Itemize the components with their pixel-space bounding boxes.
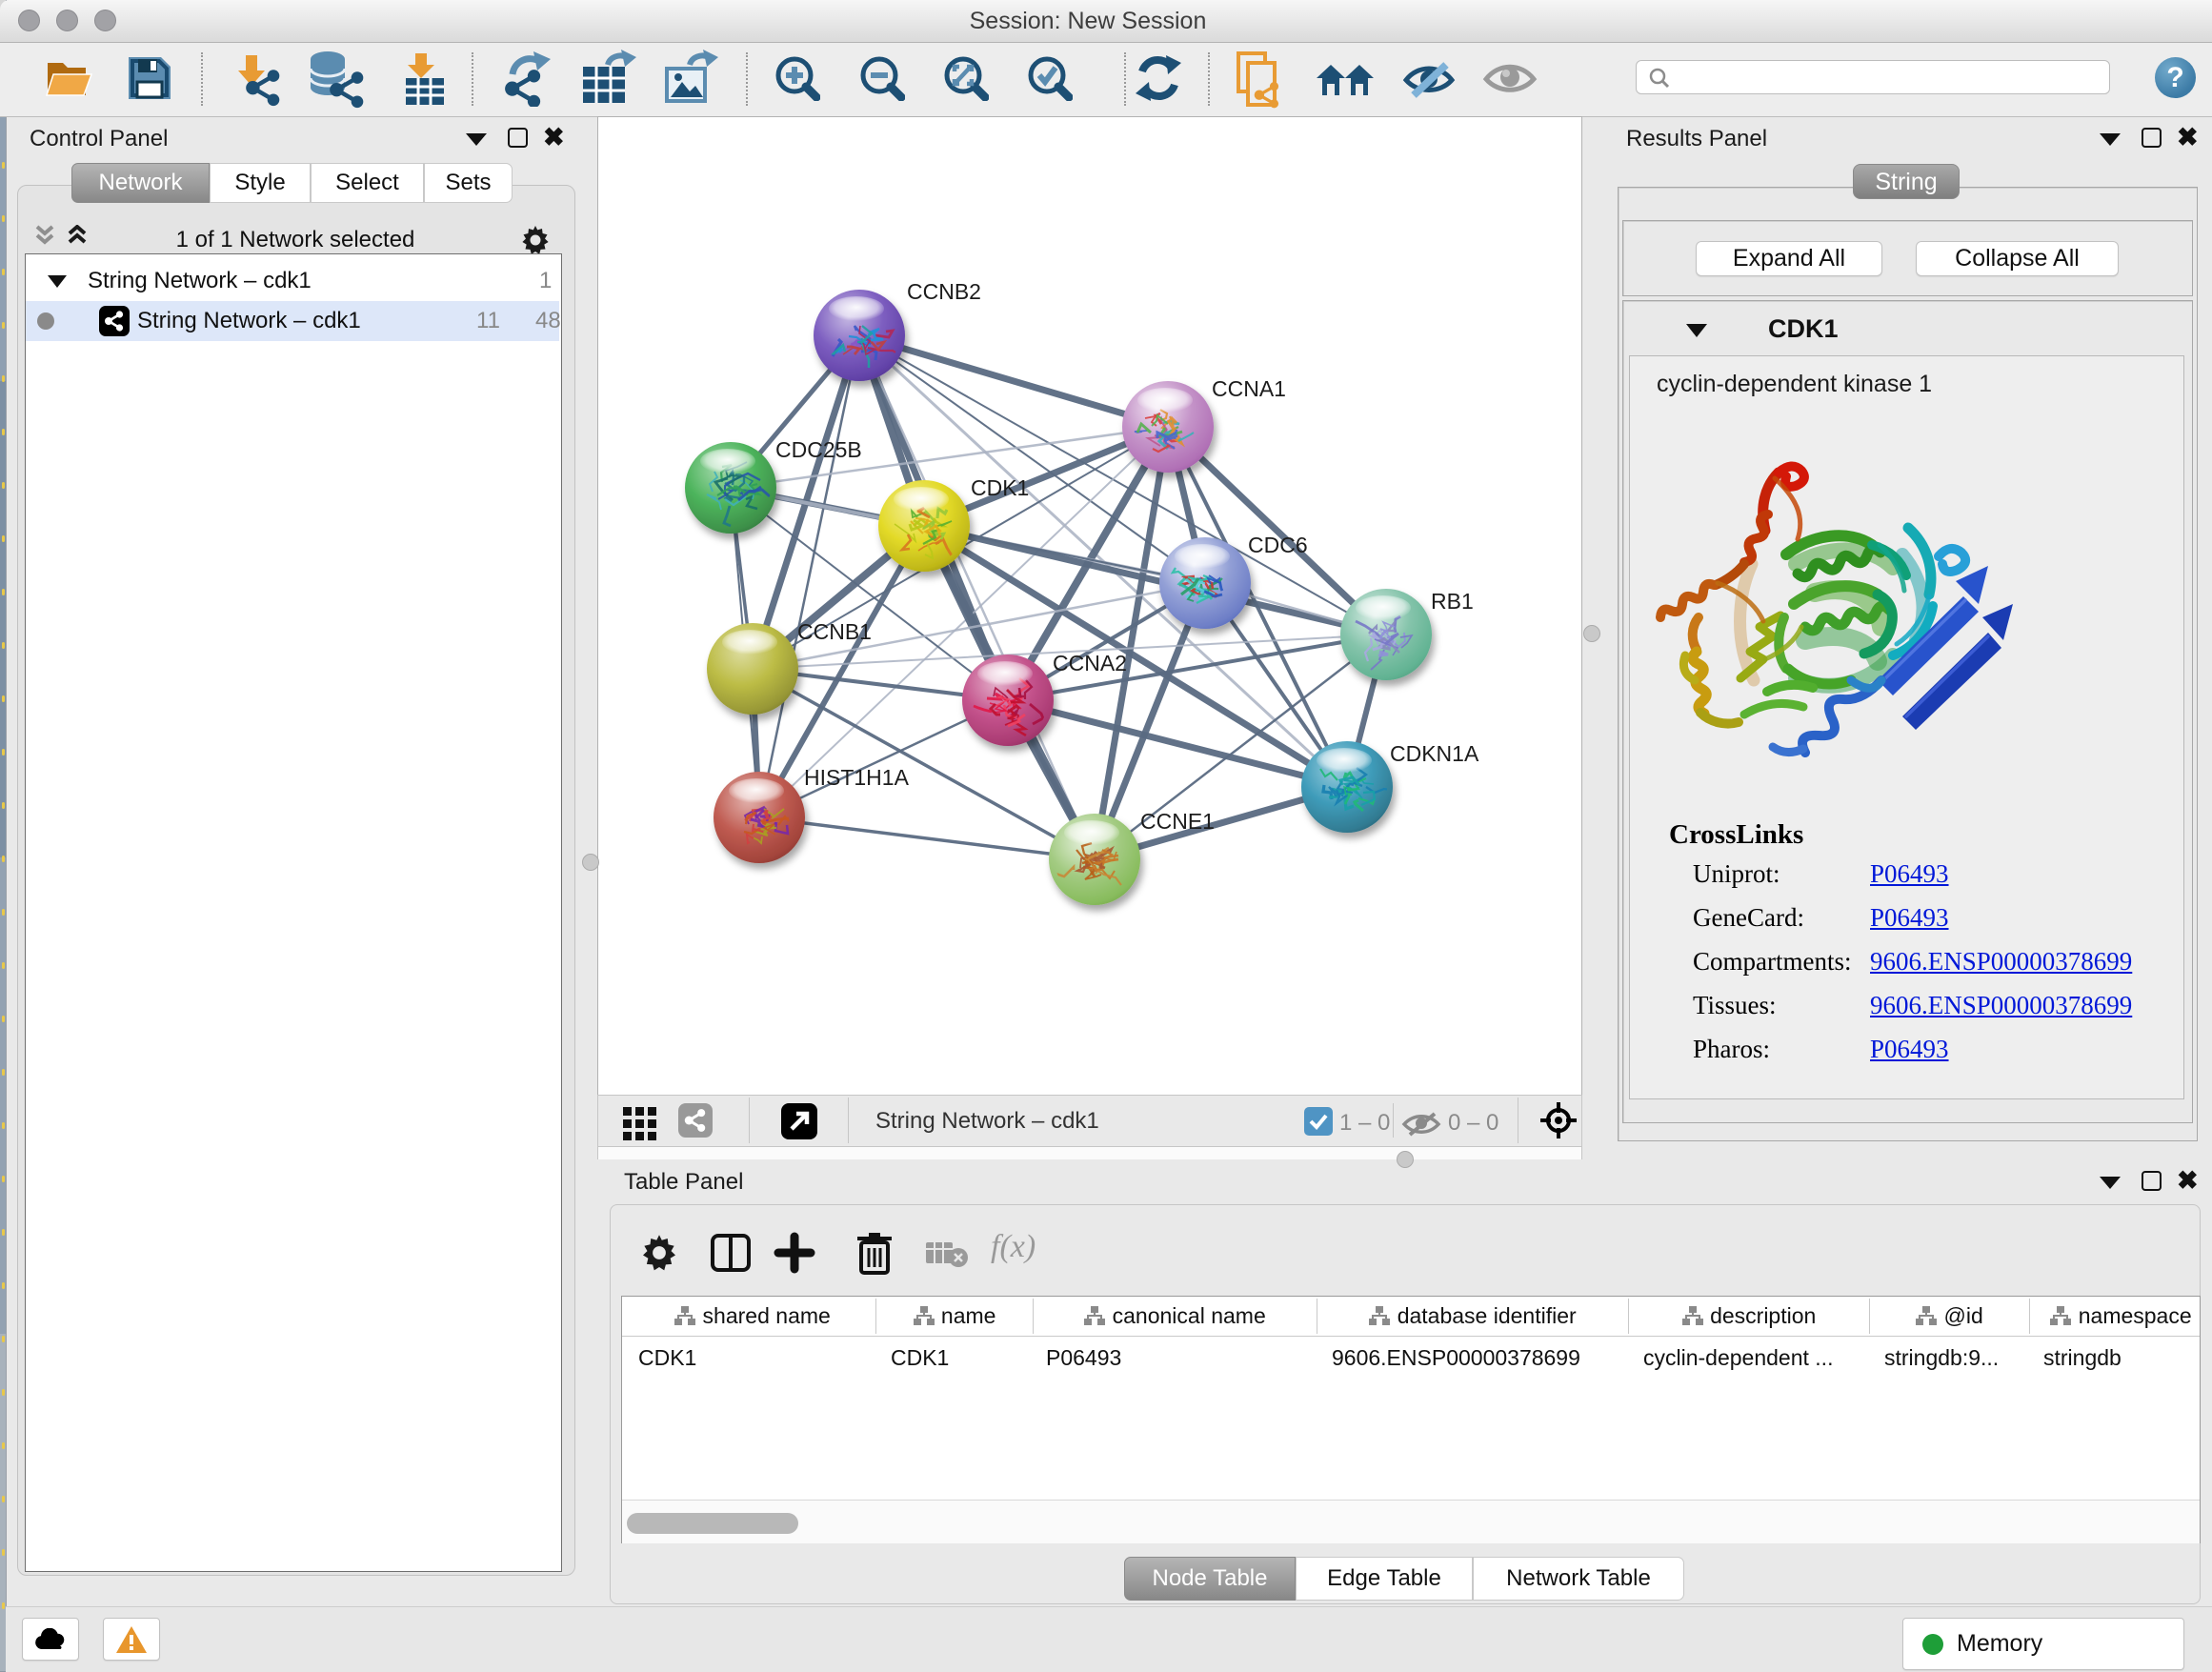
svg-text:RB1: RB1 [1431, 589, 1474, 614]
svg-text:CDK1: CDK1 [971, 475, 1029, 500]
svg-text:CCNE1: CCNE1 [1140, 809, 1215, 834]
svg-text:HIST1H1A: HIST1H1A [804, 765, 910, 790]
svg-text:CDC6: CDC6 [1248, 533, 1308, 557]
svg-text:CCNA2: CCNA2 [1053, 651, 1127, 675]
svg-text:CDKN1A: CDKN1A [1390, 741, 1479, 766]
svg-text:CDC25B: CDC25B [775, 437, 862, 462]
svg-text:CCNB2: CCNB2 [907, 279, 981, 304]
svg-text:CCNB1: CCNB1 [797, 619, 872, 644]
svg-text:CCNA1: CCNA1 [1212, 376, 1286, 401]
